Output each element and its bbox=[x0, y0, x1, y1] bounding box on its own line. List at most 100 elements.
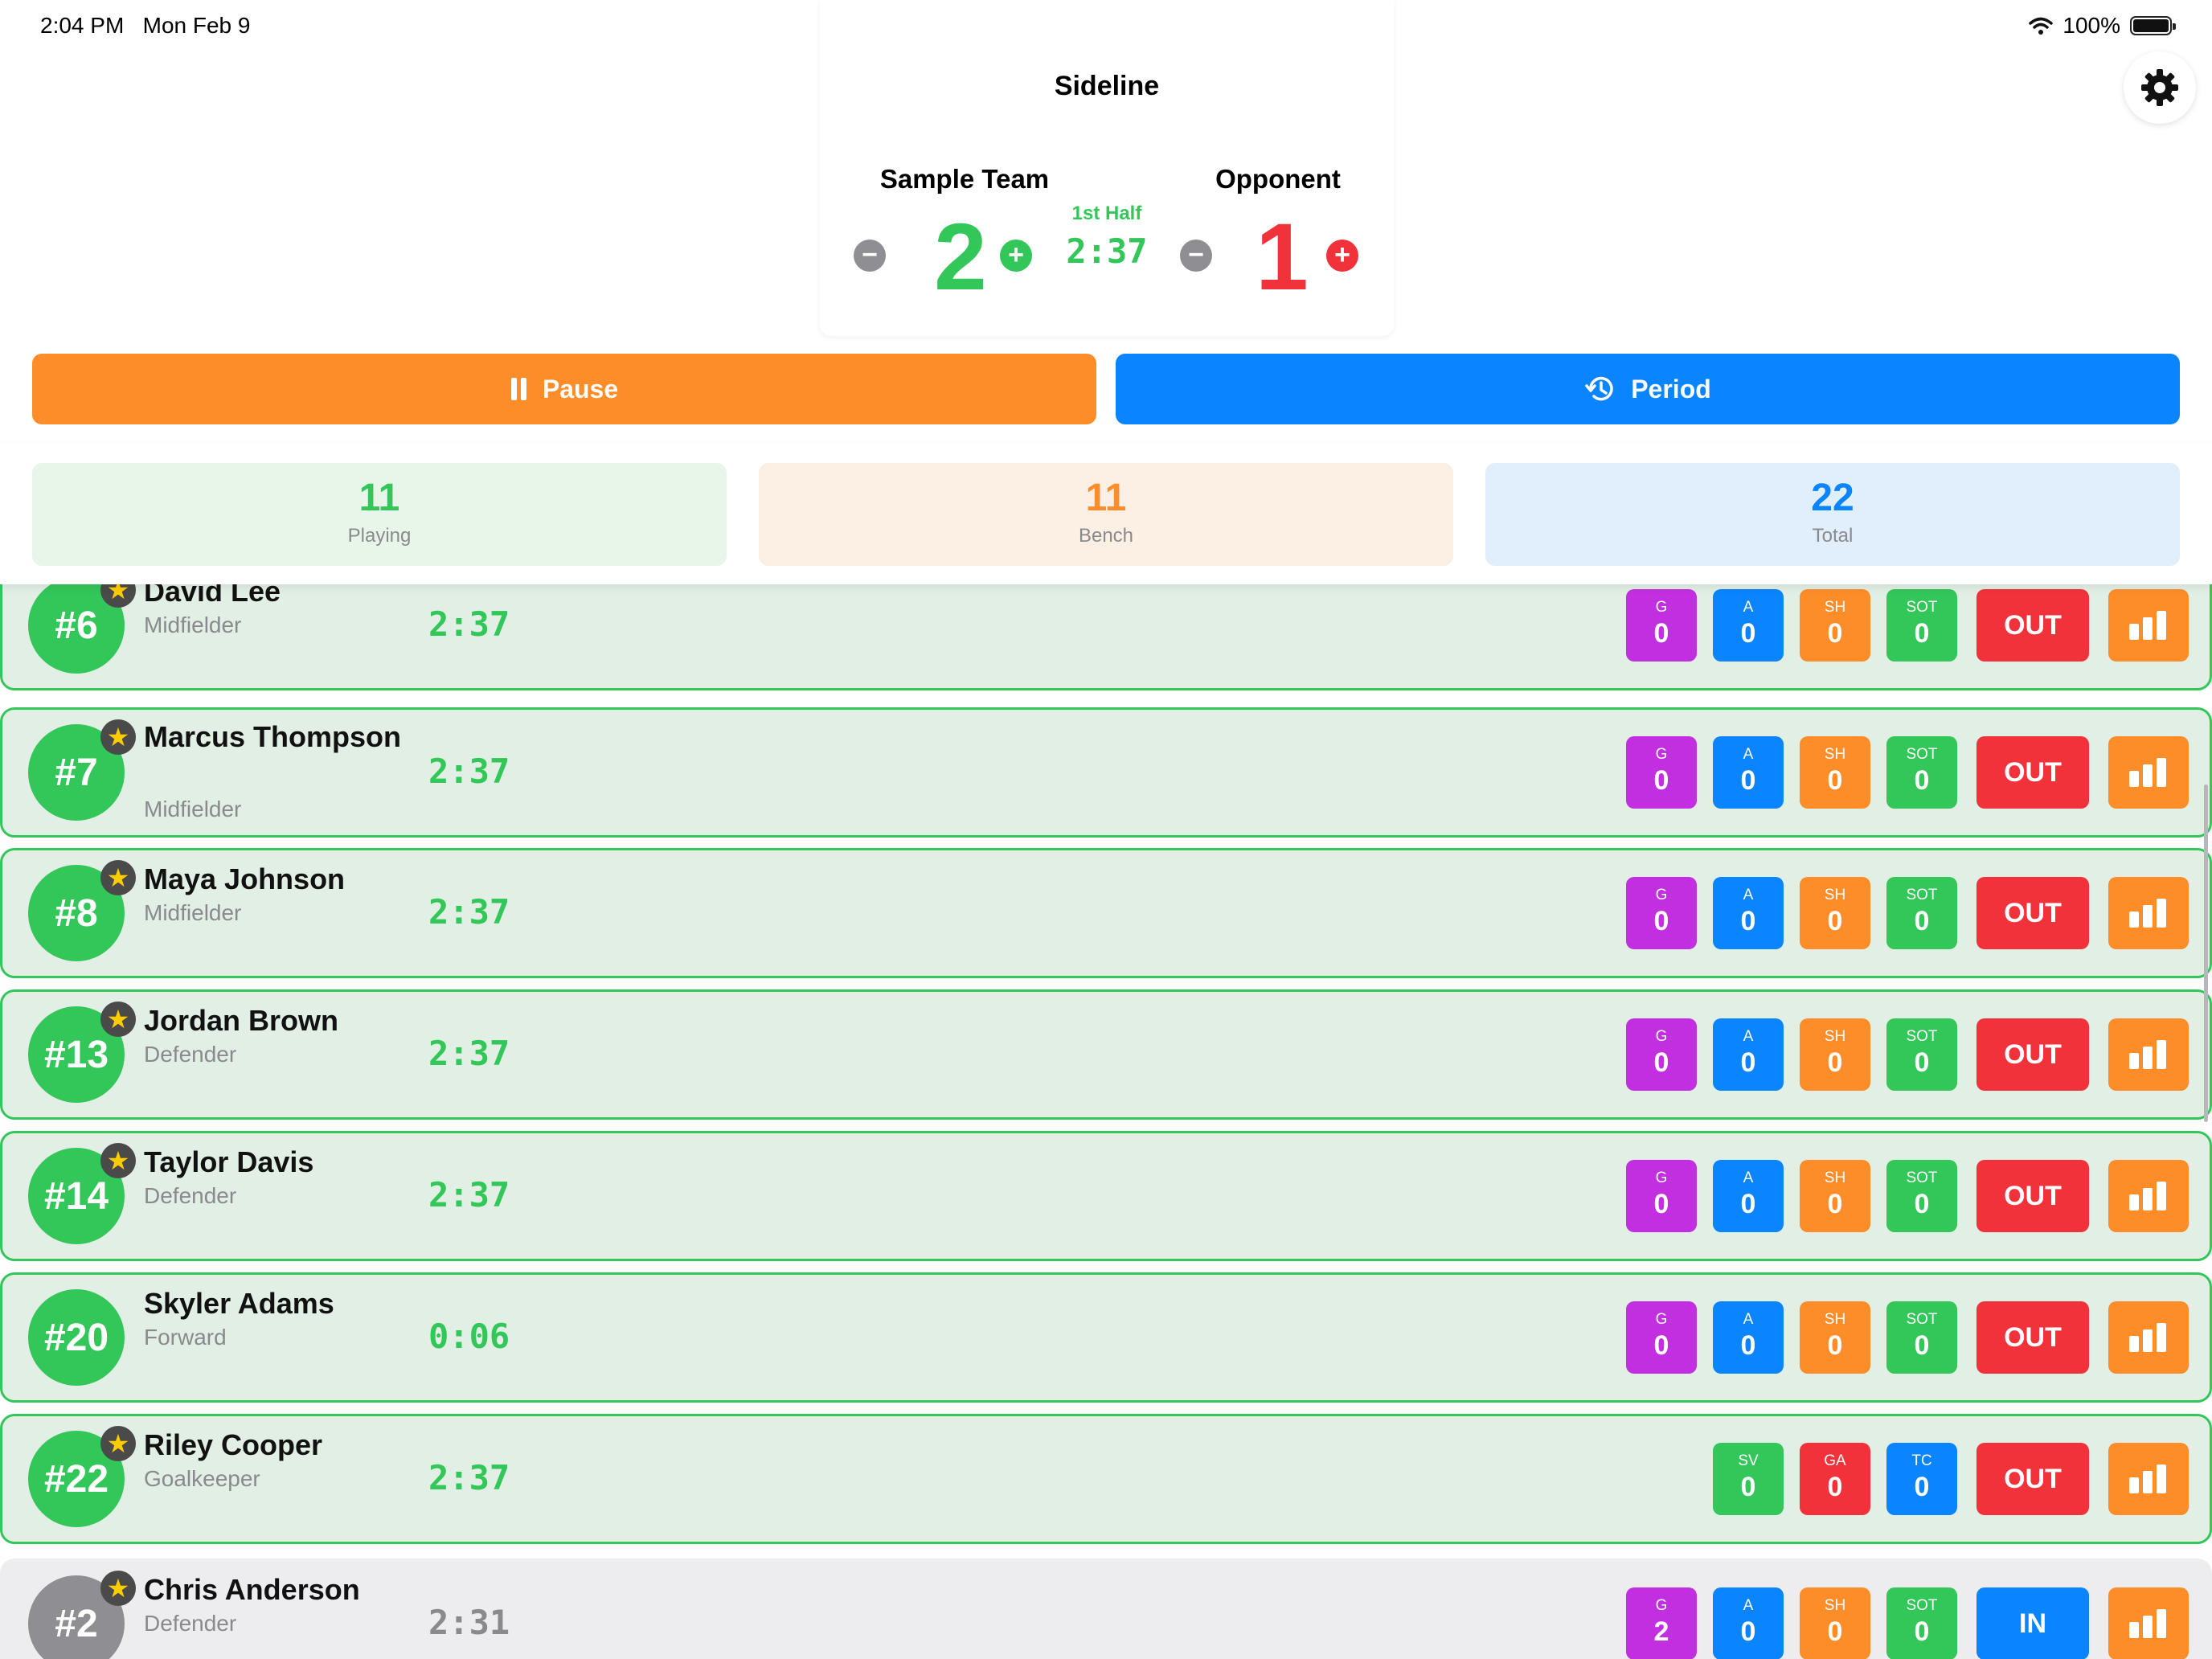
wifi-icon bbox=[2029, 17, 2054, 35]
stat-value: 0 bbox=[1827, 765, 1843, 796]
player-stats-button[interactable] bbox=[2108, 877, 2189, 949]
stat-button-a[interactable]: A0 bbox=[1713, 589, 1784, 662]
sub-in-button[interactable]: IN bbox=[1976, 1587, 2089, 1659]
scrollbar[interactable] bbox=[2204, 784, 2208, 1122]
playing-count-card[interactable]: 11 Playing bbox=[32, 463, 727, 566]
away-score-decrement-button[interactable]: − bbox=[1180, 240, 1212, 272]
stat-button-sot[interactable]: SOT 0 bbox=[1886, 1160, 1957, 1232]
stat-button-sot[interactable]: SOT 0 bbox=[1886, 589, 1957, 662]
away-score-increment-button[interactable]: + bbox=[1326, 240, 1358, 272]
player-position: Goalkeeper bbox=[144, 1466, 260, 1491]
stat-button-sh[interactable]: SH 0 bbox=[1800, 736, 1870, 809]
player-row[interactable]: #22 ★ Riley Cooper Goalkeeper 2:37 SV 0 GA 0 TC 0 O… bbox=[0, 1414, 2212, 1544]
sub-out-button[interactable]: OUT bbox=[1976, 589, 2089, 662]
player-row[interactable]: #6 ★ David Lee Midfielder 2:37 G 0 A 0 SH 0 SOT 0 OUT bbox=[0, 584, 2212, 690]
player-row[interactable]: #2 ★ Chris Anderson Defender 2:31 G 2 A 0 SH 0 SOT 0… bbox=[0, 1559, 2212, 1659]
stat-button-sh[interactable]: SH 0 bbox=[1800, 589, 1870, 662]
player-stats-button[interactable] bbox=[2108, 589, 2189, 662]
stat-button-sot[interactable]: SOT 0 bbox=[1886, 736, 1957, 809]
stat-value: 0 bbox=[1740, 906, 1756, 936]
stat-label: G bbox=[1655, 1169, 1668, 1186]
stat-button-sot[interactable]: SOT 0 bbox=[1886, 877, 1957, 949]
stat-label: SOT bbox=[1906, 1169, 1938, 1186]
stat-button-g[interactable]: G0 bbox=[1626, 1301, 1697, 1374]
stat-value: 0 bbox=[1827, 1472, 1843, 1502]
stat-button-g[interactable]: G0 bbox=[1626, 736, 1697, 809]
sub-out-button[interactable]: OUT bbox=[1976, 1443, 2089, 1515]
player-row[interactable]: #7 ★ Marcus Thompson Midfielder 2:37 G 0 A 0 SH 0 S… bbox=[0, 707, 2212, 838]
stat-button-sh[interactable]: SH 0 bbox=[1800, 1587, 1870, 1659]
stat-button-sot[interactable]: SOT 0 bbox=[1886, 1587, 1957, 1659]
sub-out-button[interactable]: OUT bbox=[1976, 1018, 2089, 1091]
stat-label: SOT bbox=[1906, 887, 1938, 903]
stat-label: SH bbox=[1824, 1028, 1846, 1045]
stat-value: 0 bbox=[1653, 618, 1669, 649]
player-position: Defender bbox=[144, 1183, 237, 1208]
player-name: Marcus Thompson bbox=[144, 720, 402, 753]
stat-label: SOT bbox=[1906, 1311, 1938, 1328]
player-stats-button[interactable] bbox=[2108, 1018, 2189, 1091]
stat-value: 0 bbox=[1827, 618, 1843, 649]
stat-button-a[interactable]: A0 bbox=[1713, 1587, 1784, 1659]
stat-button-a[interactable]: A0 bbox=[1713, 736, 1784, 809]
player-time: 2:37 bbox=[428, 1175, 510, 1215]
stat-button-g[interactable]: G2 bbox=[1626, 1587, 1697, 1659]
stat-button-g[interactable]: G0 bbox=[1626, 1160, 1697, 1232]
stat-button-sh[interactable]: SH 0 bbox=[1800, 877, 1870, 949]
stat-button-sh[interactable]: SH 0 bbox=[1800, 1018, 1870, 1091]
stat-button-tc[interactable]: TC 0 bbox=[1886, 1443, 1957, 1515]
playing-label: Playing bbox=[347, 525, 412, 547]
stat-button-g[interactable]: G0 bbox=[1626, 877, 1697, 949]
pause-button[interactable]: Pause bbox=[32, 354, 1096, 424]
total-count-card[interactable]: 22 Total bbox=[1485, 463, 2180, 566]
stat-button-a[interactable]: A0 bbox=[1713, 1018, 1784, 1091]
sub-out-button[interactable]: OUT bbox=[1976, 877, 2089, 949]
sub-out-button[interactable]: OUT bbox=[1976, 1160, 2089, 1232]
sub-out-button[interactable]: OUT bbox=[1976, 736, 2089, 809]
player-position: Defender bbox=[144, 1042, 237, 1067]
player-time: 2:37 bbox=[428, 892, 510, 932]
stat-button-ga[interactable]: GA 0 bbox=[1800, 1443, 1870, 1515]
app-title: Sideline bbox=[1054, 71, 1160, 101]
player-row[interactable]: #8 ★ Maya Johnson Midfielder 2:37 G 0 A 0 SH 0 SOT 0… bbox=[0, 848, 2212, 978]
stat-value: 0 bbox=[1653, 1047, 1669, 1078]
player-list[interactable]: #6 ★ David Lee Midfielder 2:37 G 0 A 0 SH 0 SOT 0 OUT… bbox=[0, 584, 2212, 1659]
stat-button-a[interactable]: A0 bbox=[1713, 1160, 1784, 1232]
stat-button-g[interactable]: G0 bbox=[1626, 1018, 1697, 1091]
stat-button-sot[interactable]: SOT 0 bbox=[1886, 1018, 1957, 1091]
jersey-number[interactable]: #20 bbox=[28, 1289, 125, 1386]
status-indicators: 100% bbox=[2029, 13, 2176, 39]
player-stats-button[interactable] bbox=[2108, 736, 2189, 809]
stat-button-sot[interactable]: SOT 0 bbox=[1886, 1301, 1957, 1374]
stat-label: A bbox=[1743, 887, 1754, 903]
period-button[interactable]: Period bbox=[1116, 354, 2180, 424]
player-stats-button[interactable] bbox=[2108, 1443, 2189, 1515]
stat-button-a[interactable]: A0 bbox=[1713, 1301, 1784, 1374]
player-stats-button[interactable] bbox=[2108, 1301, 2189, 1374]
player-row[interactable]: #13 ★ Jordan Brown Defender 2:37 G 0 A 0 SH 0 SOT 0 O… bbox=[0, 989, 2212, 1120]
stat-button-g[interactable]: G0 bbox=[1626, 589, 1697, 662]
period-label-text: Period bbox=[1631, 374, 1711, 403]
stat-label: GA bbox=[1824, 1452, 1846, 1469]
player-stats-button[interactable] bbox=[2108, 1160, 2189, 1232]
stat-button-a[interactable]: A0 bbox=[1713, 877, 1784, 949]
sub-out-button[interactable]: OUT bbox=[1976, 1301, 2089, 1374]
player-stats-button[interactable] bbox=[2108, 1587, 2189, 1659]
stat-button-sv[interactable]: SV 0 bbox=[1713, 1443, 1784, 1515]
stat-label: A bbox=[1743, 1597, 1754, 1614]
stat-label: G bbox=[1655, 599, 1668, 616]
stat-button-sh[interactable]: SH 0 bbox=[1800, 1301, 1870, 1374]
player-time: 0:06 bbox=[428, 1317, 510, 1356]
stat-value: 0 bbox=[1827, 1330, 1843, 1361]
pause-icon bbox=[510, 378, 526, 400]
stat-button-sh[interactable]: SH 0 bbox=[1800, 1160, 1870, 1232]
total-label: Total bbox=[1812, 525, 1854, 547]
player-row[interactable]: #14 ★ Taylor Davis Defender 2:37 G 0 A 0 SH 0 SOT 0 O… bbox=[0, 1131, 2212, 1261]
stat-value: 0 bbox=[1740, 618, 1756, 649]
bar-chart-icon bbox=[2129, 1464, 2166, 1493]
player-row[interactable]: #20 Skyler Adams Forward 0:06 G 0 A 0 SH 0 SOT 0 OUT bbox=[0, 1272, 2212, 1403]
star-icon: ★ bbox=[100, 1571, 136, 1606]
bench-count-card[interactable]: 11 Bench bbox=[759, 463, 1453, 566]
settings-button[interactable] bbox=[2124, 51, 2196, 124]
history-icon bbox=[1585, 376, 1613, 401]
